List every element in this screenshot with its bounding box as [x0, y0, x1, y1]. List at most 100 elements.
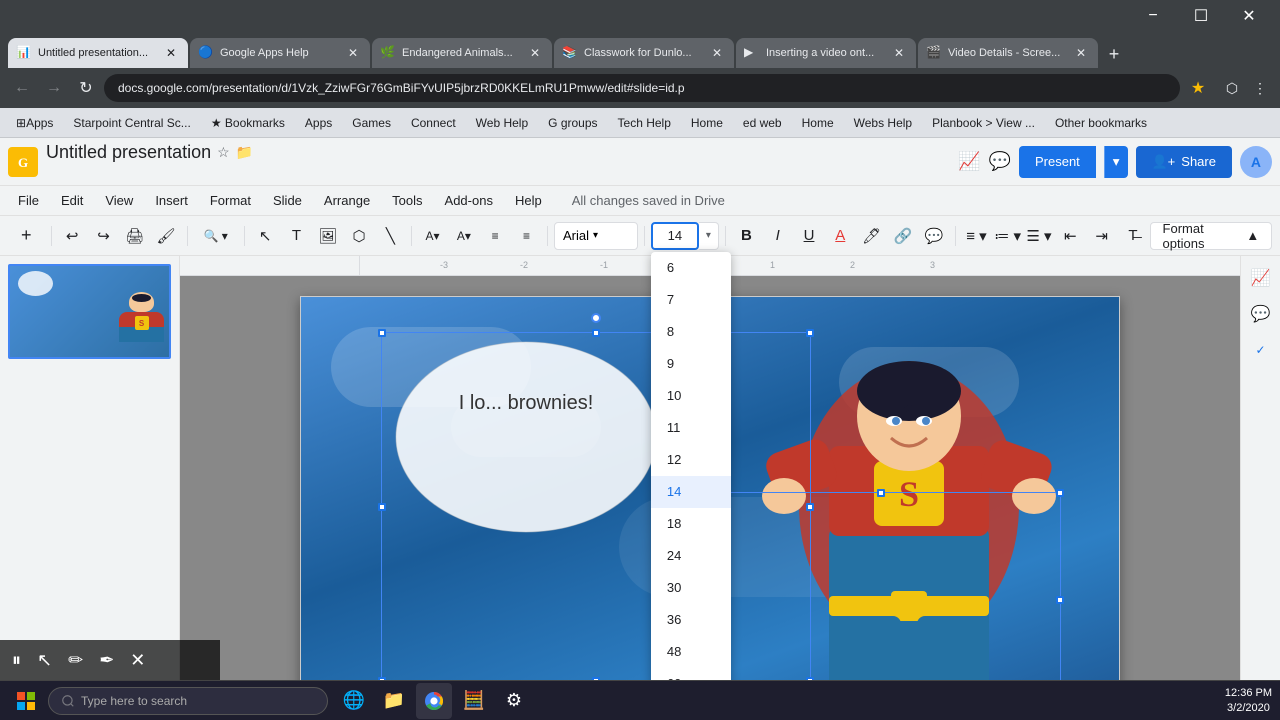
tab-classwork[interactable]: 📚 Classwork for Dunlo... ✕	[554, 38, 734, 68]
windows-start-button[interactable]	[8, 683, 44, 719]
reload-button[interactable]: ↻	[72, 74, 100, 102]
menu-file[interactable]: File	[8, 189, 49, 213]
menu-insert[interactable]: Insert	[145, 189, 198, 213]
comments-icon[interactable]: 💬	[989, 151, 1011, 172]
bm-edweb[interactable]: ed web	[735, 112, 790, 134]
menu-slide[interactable]: Slide	[263, 189, 312, 213]
add-button[interactable]: +	[8, 220, 45, 252]
link-button[interactable]: 🔗	[888, 220, 917, 252]
extensions-button[interactable]: ⬡	[1220, 76, 1244, 100]
font-size-option-30[interactable]: 30	[651, 572, 731, 604]
bm-apps2[interactable]: Apps	[297, 112, 340, 134]
rotation-handle[interactable]	[591, 313, 601, 323]
italic-button[interactable]: I	[763, 220, 792, 252]
bm-bookmarks[interactable]: ★ Bookmarks	[203, 112, 293, 134]
star-icon[interactable]: ☆	[217, 144, 230, 161]
bm-connect[interactable]: Connect	[403, 112, 464, 134]
bookmark-star-icon[interactable]: ★	[1184, 74, 1212, 102]
font-size-option-11[interactable]: 11	[651, 412, 731, 444]
cursor-pres-button[interactable]: ↖	[37, 650, 52, 671]
tab-endangered[interactable]: 🌿 Endangered Animals... ✕	[372, 38, 552, 68]
chrome-menu-button[interactable]: ⋮	[1248, 76, 1272, 100]
clear-format-button[interactable]: T̶	[1118, 220, 1147, 252]
pause-button[interactable]: ⏸	[12, 650, 21, 671]
taskbar-search-bar[interactable]: Type here to search	[48, 687, 328, 715]
font-size-option-9[interactable]: 9	[651, 348, 731, 380]
highlight-button[interactable]: 🖊	[857, 220, 886, 252]
font-size-input[interactable]: 14	[651, 222, 699, 250]
bold-button[interactable]: B	[732, 220, 761, 252]
slide-thumbnail-1[interactable]: S	[8, 264, 171, 359]
indent-less-button[interactable]: ⇤	[1056, 220, 1085, 252]
text-color-button[interactable]: A▾	[449, 220, 478, 252]
format-options-button[interactable]: Format options ▲	[1150, 222, 1273, 250]
bm-home2[interactable]: Home	[794, 112, 842, 134]
pen-pres-button[interactable]: ✏	[68, 650, 83, 671]
menu-tools[interactable]: Tools	[382, 189, 432, 213]
list-bullet-button[interactable]: ≔ ▾	[993, 220, 1022, 252]
font-size-option-12[interactable]: 12	[651, 444, 731, 476]
undo-button[interactable]: ↩	[58, 220, 87, 252]
bm-planbook[interactable]: Planbook > View ...	[924, 112, 1043, 134]
redo-button[interactable]: ↪	[89, 220, 118, 252]
bm-webshelp[interactable]: Webs Help	[846, 112, 920, 134]
print-button[interactable]: 🖨	[120, 220, 149, 252]
menu-arrange[interactable]: Arrange	[314, 189, 380, 213]
font-size-option-24[interactable]: 24	[651, 540, 731, 572]
taskbar-calculator-icon[interactable]: 🧮	[456, 683, 492, 719]
align-left-button[interactable]: ≡	[481, 220, 510, 252]
rp-comments-icon[interactable]: 💬	[1247, 300, 1275, 328]
line-button[interactable]: ╲	[376, 220, 405, 252]
menu-edit[interactable]: Edit	[51, 189, 93, 213]
menu-view[interactable]: View	[95, 189, 143, 213]
tab-google-apps[interactable]: 🔵 Google Apps Help ✕	[190, 38, 370, 68]
font-size-option-48[interactable]: 48	[651, 636, 731, 668]
taskbar-settings-icon[interactable]: ⚙	[496, 683, 532, 719]
bm-home[interactable]: Home	[683, 112, 731, 134]
zoom-button[interactable]: 🔍 ▾	[194, 220, 238, 252]
text-color-btn2[interactable]: A	[826, 220, 855, 252]
underline-button[interactable]: U	[794, 220, 823, 252]
maximize-button[interactable]: ☐	[1178, 0, 1224, 32]
tab-video-details[interactable]: 🎬 Video Details - Scree... ✕	[918, 38, 1098, 68]
text-align-button[interactable]: ≡ ▾	[962, 220, 991, 252]
bm-starpoint[interactable]: Starpoint Central Sc...	[65, 112, 198, 134]
font-size-dropdown-arrow[interactable]: ▾	[699, 222, 719, 250]
bm-techhelp[interactable]: Tech Help	[610, 112, 679, 134]
image-button[interactable]: 🖼	[313, 220, 342, 252]
tab-inserting[interactable]: ▶ Inserting a video ont... ✕	[736, 38, 916, 68]
tab-close-3[interactable]: ✕	[526, 44, 544, 62]
shapes-button[interactable]: ⬡	[344, 220, 373, 252]
font-size-option-8[interactable]: 8	[651, 316, 731, 348]
textbox-button[interactable]: T	[282, 220, 311, 252]
translate-icon[interactable]: ✓	[1247, 336, 1275, 364]
menu-addons[interactable]: Add-ons	[435, 189, 503, 213]
close-button[interactable]: ✕	[1226, 0, 1272, 32]
back-button[interactable]: ←	[8, 74, 36, 102]
font-size-option-7[interactable]: 7	[651, 284, 731, 316]
present-button[interactable]: Present	[1019, 146, 1096, 178]
bm-apps[interactable]: ⊞ Apps	[8, 112, 61, 134]
present-arrow-button[interactable]: ▾	[1104, 146, 1128, 178]
handle-tm[interactable]	[592, 329, 600, 337]
tab-close-5[interactable]: ✕	[890, 44, 908, 62]
font-size-option-18[interactable]: 18	[651, 508, 731, 540]
comment-button[interactable]: 💬	[920, 220, 949, 252]
minimize-button[interactable]: −	[1130, 0, 1176, 32]
folder-icon[interactable]: 📁	[236, 144, 253, 161]
tab-close-4[interactable]: ✕	[708, 44, 726, 62]
list-number-button[interactable]: ☰ ▾	[1024, 220, 1053, 252]
bg-color-button[interactable]: A▾	[418, 220, 447, 252]
bm-webhelp[interactable]: Web Help	[468, 112, 536, 134]
laser-pres-button[interactable]: ✒	[99, 650, 114, 671]
share-button[interactable]: 👤+ Share	[1136, 146, 1232, 178]
menu-format[interactable]: Format	[200, 189, 261, 213]
bm-games[interactable]: Games	[344, 112, 399, 134]
tab-untitled-presentation[interactable]: 📊 Untitled presentation... ✕	[8, 38, 188, 68]
close-pres-button[interactable]: ✕	[130, 650, 145, 671]
taskbar-chrome-icon[interactable]	[416, 683, 452, 719]
line-spacing-button[interactable]: ≡	[512, 220, 541, 252]
font-size-option-10[interactable]: 10	[651, 380, 731, 412]
indent-more-button[interactable]: ⇥	[1087, 220, 1116, 252]
taskbar-explorer-icon[interactable]: 📁	[376, 683, 412, 719]
